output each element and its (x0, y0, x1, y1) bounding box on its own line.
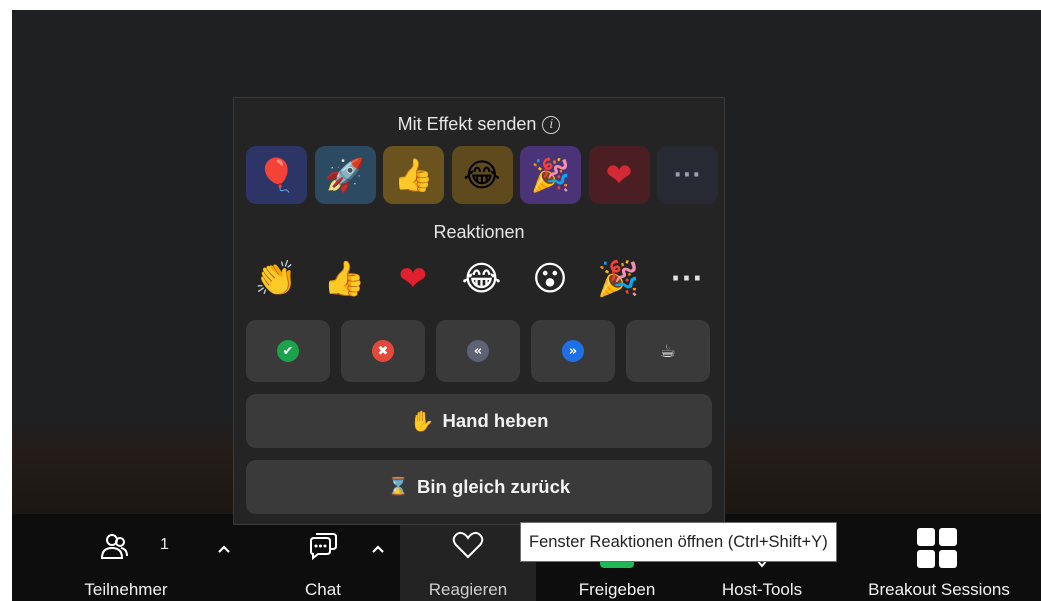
reaction-row: 👏 👍 ❤ 😂 😮 🎉 ··· (246, 254, 716, 304)
breakout-sessions-label: Breakout Sessions (868, 580, 1010, 599)
participants-label: Teilnehmer (84, 580, 168, 599)
participants-icon (100, 534, 128, 559)
more-reactions-button[interactable]: ··· (657, 254, 717, 304)
more-icon: ··· (670, 264, 704, 294)
participants-button[interactable]: 1 Teilnehmer (66, 514, 186, 601)
heart-icon: ❤ (605, 156, 633, 194)
chat-icon (310, 533, 337, 561)
surprised-face-icon: 😮 (532, 259, 568, 299)
reactions-title: Reaktionen (433, 222, 525, 242)
react-label: Reagieren (428, 580, 508, 599)
more-icon: ··· (673, 162, 702, 188)
effect-tile-party-popper[interactable]: 🎉 (520, 146, 581, 204)
effects-title: Mit Effekt senden (397, 114, 537, 134)
status-coffee-button[interactable]: ☕ (626, 320, 710, 382)
slower-icon: « (467, 340, 489, 362)
faster-icon: » (562, 340, 584, 362)
effect-tile-tears-of-joy[interactable]: 😂 (451, 146, 513, 204)
yes-check-icon: ✔ (277, 340, 299, 362)
info-icon[interactable]: i (542, 116, 561, 134)
host-tools-label: Host-Tools (721, 580, 803, 599)
clapping-hands-icon: 👏 (254, 259, 298, 299)
party-popper-icon: 🎉 (530, 156, 571, 194)
heart-icon: ❤ (398, 259, 428, 299)
breakout-sessions-button[interactable]: Breakout Sessions (850, 514, 1028, 601)
be-right-back-label: Bin gleich zurück (417, 476, 571, 497)
effect-tile-heart[interactable]: ❤ (588, 146, 650, 204)
raise-hand-button[interactable]: ✋ Hand heben (246, 394, 712, 448)
react-tooltip: Fenster Reaktionen öffnen (Ctrl+Shift+Y) (520, 522, 837, 562)
reaction-party-popper[interactable]: 🎉 (589, 254, 649, 304)
be-right-back-button[interactable]: ⌛ Bin gleich zurück (246, 460, 712, 514)
rocket-icon: 🚀 (325, 156, 365, 194)
meeting-window: Mit Effekt senden i 🎈 🚀 👍 😂 🎉 ❤ ··· Reaktionen … (12, 10, 1041, 601)
status-faster-button[interactable]: » (531, 320, 615, 382)
tears-of-joy-icon: 😂 (461, 259, 502, 299)
react-button[interactable]: Reagieren (400, 514, 536, 601)
breakout-grid-icon (917, 528, 957, 568)
hourglass-icon: ⌛ (387, 477, 409, 496)
tears-of-joy-icon: 😂 (463, 156, 501, 194)
chat-chevron-up-icon[interactable] (369, 542, 387, 556)
effect-row: 🎈 🚀 👍 😂 🎉 ❤ ··· (246, 146, 718, 204)
participants-chevron-up-icon[interactable] (215, 542, 233, 556)
reaction-thumbs-up[interactable]: 👍 (315, 254, 375, 304)
effect-tile-rocket[interactable]: 🚀 (314, 146, 376, 204)
status-slower-button[interactable]: « (436, 320, 520, 382)
raised-hand-icon: ✋ (409, 410, 435, 433)
more-effects-button[interactable]: ··· (657, 146, 718, 204)
heart-outline-icon (452, 531, 484, 559)
share-label: Freigeben (578, 580, 656, 599)
reaction-surprised-face[interactable]: 😮 (520, 254, 580, 304)
reaction-clapping-hands[interactable]: 👏 (246, 254, 306, 304)
raise-hand-label: Hand heben (442, 410, 549, 431)
chat-button[interactable]: Chat (278, 514, 368, 601)
effect-tile-thumbs-up[interactable]: 👍 (383, 146, 444, 204)
status-no-cross-button[interactable]: ✖ (341, 320, 425, 382)
no-cross-icon: ✖ (372, 340, 394, 362)
reaction-heart[interactable]: ❤ (383, 254, 443, 304)
thumbs-up-icon: 👍 (323, 259, 366, 299)
effect-tile-balloon[interactable]: 🎈 (246, 146, 307, 204)
chat-label: Chat (305, 580, 341, 599)
status-row: ✔ ✖ « » ☕ (246, 320, 716, 382)
party-popper-icon: 🎉 (597, 259, 640, 299)
effects-section-title: Mit Effekt senden i (234, 114, 724, 135)
reaction-tears-of-joy[interactable]: 😂 (452, 254, 512, 304)
reactions-popup: Mit Effekt senden i 🎈 🚀 👍 😂 🎉 ❤ ··· Reaktionen … (233, 97, 725, 525)
coffee-icon: ☕ (657, 340, 679, 362)
thumbs-up-icon: 👍 (393, 156, 434, 194)
participants-count: 1 (160, 536, 169, 553)
balloon-icon: 🎈 (256, 156, 297, 194)
status-yes-check-button[interactable]: ✔ (246, 320, 330, 382)
